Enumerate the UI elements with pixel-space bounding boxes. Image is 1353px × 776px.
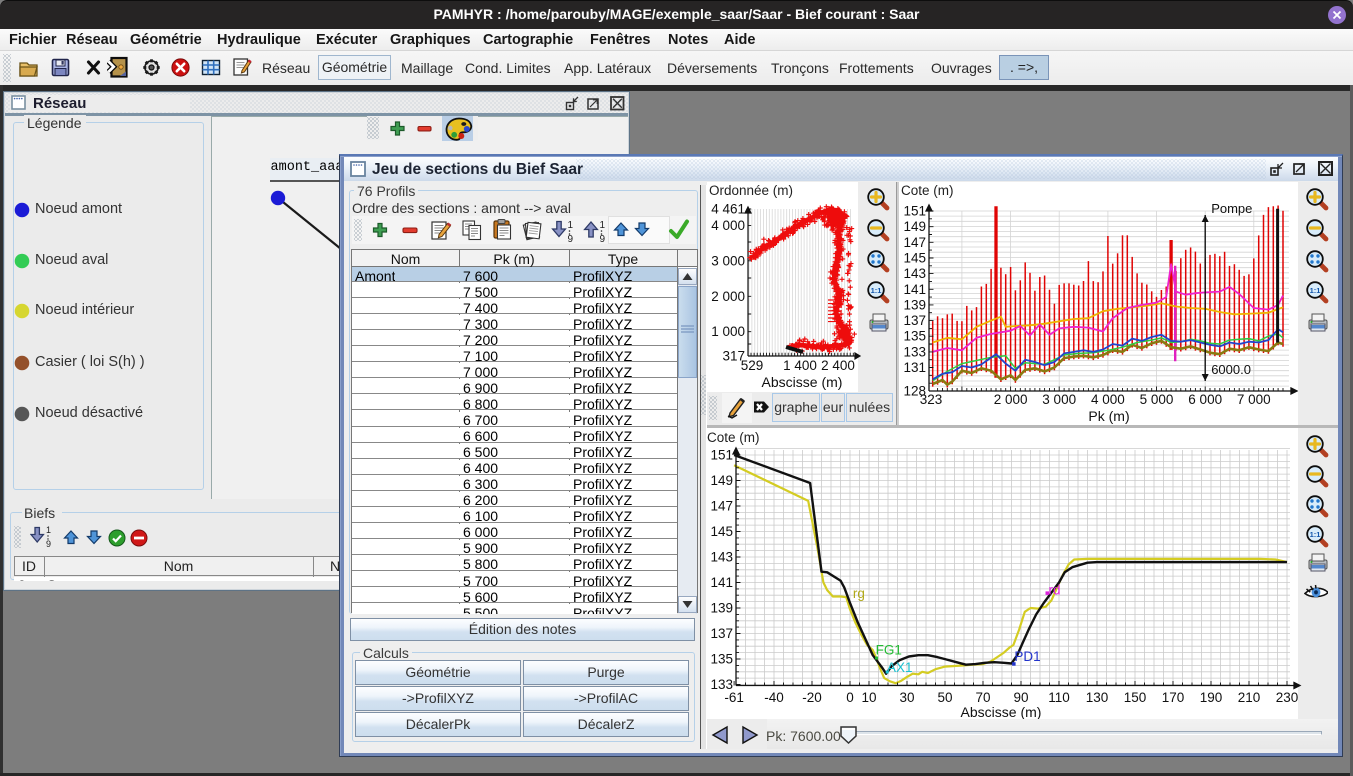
svg-text:-20: -20 — [802, 690, 822, 705]
svg-text:149: 149 — [903, 219, 926, 234]
svg-text:139: 139 — [710, 601, 733, 616]
svg-text:210: 210 — [1238, 690, 1261, 705]
svg-text:5 000: 5 000 — [1140, 392, 1174, 407]
svg-text:rd: rd — [1049, 583, 1061, 598]
svg-text:0: 0 — [846, 690, 854, 705]
svg-text:137: 137 — [903, 313, 926, 328]
svg-text:30: 30 — [899, 690, 914, 705]
svg-text:141: 141 — [903, 282, 926, 297]
svg-text:133: 133 — [903, 344, 926, 359]
svg-text:4 000: 4 000 — [711, 218, 745, 233]
svg-text:143: 143 — [903, 266, 926, 281]
svg-text:-40: -40 — [764, 690, 784, 705]
svg-text:90: 90 — [1013, 690, 1028, 705]
svg-text:rg: rg — [853, 586, 865, 601]
svg-text:151: 151 — [710, 448, 733, 463]
svg-text:50: 50 — [937, 690, 952, 705]
svg-text:131: 131 — [903, 360, 926, 375]
svg-text:135: 135 — [710, 652, 733, 667]
svg-text:AX1: AX1 — [887, 660, 913, 675]
svg-text:6000.0: 6000.0 — [1211, 362, 1251, 377]
svg-text:190: 190 — [1200, 690, 1223, 705]
svg-text:150: 150 — [1124, 690, 1147, 705]
svg-text:143: 143 — [710, 550, 733, 565]
svg-text:147: 147 — [710, 499, 733, 514]
svg-text:Ordonnée (m): Ordonnée (m) — [709, 183, 793, 198]
svg-text:130: 130 — [1086, 690, 1109, 705]
svg-text:-61: -61 — [724, 690, 744, 705]
svg-text:145: 145 — [903, 251, 926, 266]
svg-text:145: 145 — [710, 524, 733, 539]
svg-text:137: 137 — [710, 626, 733, 641]
svg-text:Pompe: Pompe — [1211, 201, 1252, 216]
svg-text:230: 230 — [1276, 690, 1299, 705]
svg-text:1: 1 — [600, 220, 606, 231]
svg-text:9: 9 — [568, 234, 574, 243]
svg-text:1: 1 — [568, 220, 574, 231]
svg-text:2 000: 2 000 — [994, 392, 1028, 407]
svg-text:3 000: 3 000 — [1042, 392, 1076, 407]
svg-text:1: 1 — [46, 525, 51, 535]
svg-text:9: 9 — [46, 539, 51, 549]
svg-text:110: 110 — [1048, 690, 1070, 705]
svg-text:529: 529 — [741, 358, 764, 373]
svg-text:FG1: FG1 — [876, 643, 902, 658]
svg-text:151: 151 — [903, 204, 926, 219]
svg-text:147: 147 — [903, 235, 926, 250]
svg-text:Cote (m): Cote (m) — [901, 183, 954, 198]
svg-text:135: 135 — [903, 329, 926, 344]
svg-text:2 000: 2 000 — [711, 289, 745, 304]
svg-text:4 461: 4 461 — [711, 202, 745, 217]
svg-text:Abscisse (m): Abscisse (m) — [961, 704, 1042, 719]
svg-text:10: 10 — [861, 690, 876, 705]
svg-text:149: 149 — [710, 473, 733, 488]
svg-text:3 000: 3 000 — [711, 253, 745, 268]
svg-text:323: 323 — [920, 392, 943, 407]
svg-text:Pk (m): Pk (m) — [1088, 408, 1129, 424]
svg-text:139: 139 — [903, 297, 926, 312]
svg-text:6 000: 6 000 — [1188, 392, 1222, 407]
svg-text:7 000: 7 000 — [1237, 392, 1271, 407]
svg-text:PD1: PD1 — [1014, 649, 1040, 664]
svg-text:70: 70 — [975, 690, 990, 705]
svg-text:Abscisse (m): Abscisse (m) — [762, 374, 843, 390]
svg-text:Cote (m): Cote (m) — [707, 430, 760, 445]
svg-text:170: 170 — [1162, 690, 1185, 705]
svg-text:9: 9 — [600, 234, 606, 243]
svg-text:1 400: 1 400 — [783, 358, 817, 373]
svg-text:4 000: 4 000 — [1091, 392, 1125, 407]
svg-text:2 400: 2 400 — [821, 358, 855, 373]
svg-text:141: 141 — [710, 575, 733, 590]
svg-text:1 000: 1 000 — [711, 324, 745, 339]
